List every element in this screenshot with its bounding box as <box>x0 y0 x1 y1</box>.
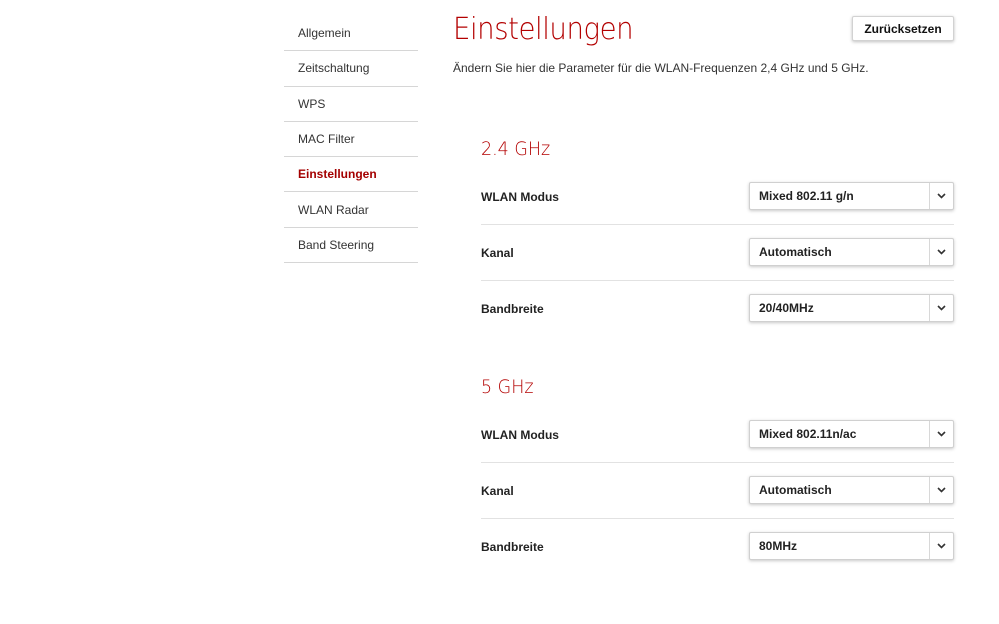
row-kanal-2-4ghz: Kanal Automatisch <box>481 225 954 281</box>
sidebar-item-allgemein[interactable]: Allgemein <box>284 16 418 52</box>
chevron-down-icon[interactable] <box>929 239 953 265</box>
sidebar-item-band-steering[interactable]: Band Steering <box>284 228 418 264</box>
row-bandbreite-5ghz: Bandbreite 80MHz <box>481 519 954 575</box>
select-value: Mixed 802.11n/ac <box>759 427 857 441</box>
select-wlan-modus-2-4ghz[interactable]: Mixed 802.11 g/n <box>749 182 954 210</box>
row-bandbreite-2-4ghz: Bandbreite 20/40MHz <box>481 281 954 337</box>
label-kanal: Kanal <box>481 483 514 498</box>
section-5ghz: 5 GHz WLAN Modus Mixed 802.11n/ac Kanal … <box>481 375 954 575</box>
section-2-4ghz: 2.4 GHz WLAN Modus Mixed 802.11 g/n Kana… <box>481 137 954 337</box>
row-wlan-modus-2-4ghz: WLAN Modus Mixed 802.11 g/n <box>481 169 954 225</box>
chevron-down-icon[interactable] <box>929 183 953 209</box>
section-title-5ghz: 5 GHz <box>481 376 534 398</box>
select-wlan-modus-5ghz[interactable]: Mixed 802.11n/ac <box>749 420 954 448</box>
sidebar-item-einstellungen[interactable]: Einstellungen <box>284 157 418 193</box>
select-value: 80MHz <box>759 539 798 553</box>
select-bandbreite-2-4ghz[interactable]: 20/40MHz <box>749 294 954 322</box>
reset-button[interactable]: Zurücksetzen <box>852 16 954 41</box>
select-kanal-5ghz[interactable]: Automatisch <box>749 476 954 504</box>
sidebar-item-mac-filter[interactable]: MAC Filter <box>284 122 418 158</box>
section-title-2-4ghz: 2.4 GHz <box>481 138 551 160</box>
chevron-down-icon[interactable] <box>929 533 953 559</box>
select-value: Automatisch <box>759 483 832 497</box>
select-value: 20/40MHz <box>759 301 814 315</box>
row-wlan-modus-5ghz: WLAN Modus Mixed 802.11n/ac <box>481 407 954 463</box>
sidebar-item-wps[interactable]: WPS <box>284 87 418 122</box>
chevron-down-icon[interactable] <box>929 421 953 447</box>
label-kanal: Kanal <box>481 245 514 260</box>
select-kanal-2-4ghz[interactable]: Automatisch <box>749 238 954 266</box>
select-bandbreite-5ghz[interactable]: 80MHz <box>749 532 954 560</box>
label-bandbreite: Bandbreite <box>481 540 544 554</box>
sidebar-item-zeitschaltung[interactable]: Zeitschaltung <box>284 51 418 87</box>
select-value: Automatisch <box>759 245 832 259</box>
select-value: Mixed 802.11 g/n <box>759 189 854 203</box>
chevron-down-icon[interactable] <box>929 295 953 321</box>
label-wlan-modus: WLAN Modus <box>481 189 559 204</box>
row-kanal-5ghz: Kanal Automatisch <box>481 463 954 519</box>
label-wlan-modus: WLAN Modus <box>481 427 559 442</box>
sidebar-nav: Allgemein Zeitschaltung WPS MAC Filter E… <box>284 16 418 264</box>
label-bandbreite: Bandbreite <box>481 302 544 316</box>
sidebar-item-wlan-radar[interactable]: WLAN Radar <box>284 192 418 228</box>
page-title: Einstellungen <box>453 12 634 47</box>
chevron-down-icon[interactable] <box>929 477 953 503</box>
page-description: Ändern Sie hier die Parameter für die WL… <box>453 61 869 75</box>
